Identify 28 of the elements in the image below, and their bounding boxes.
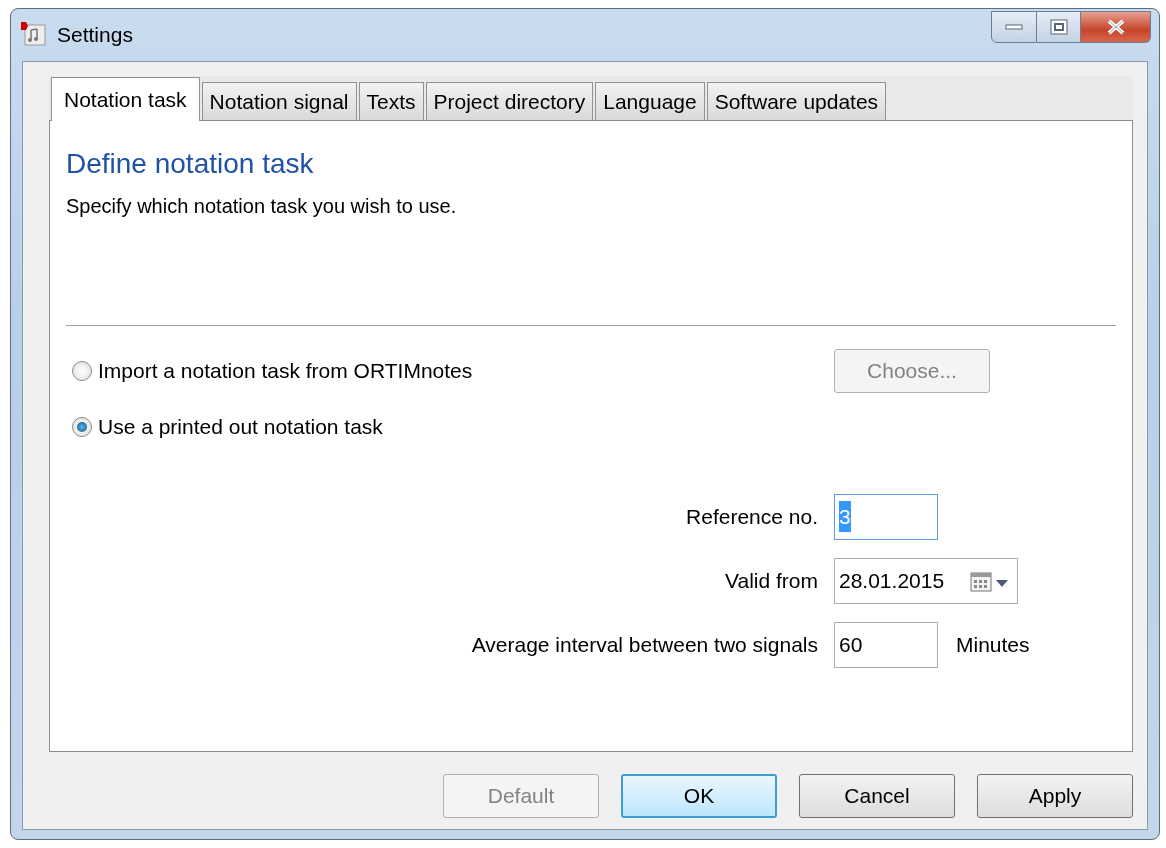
window-title: Settings <box>57 22 133 49</box>
field-label: Average interval between two signals <box>470 631 818 658</box>
close-button[interactable] <box>1081 11 1151 43</box>
tab[interactable]: Project directory <box>425 82 594 120</box>
tab[interactable]: Notation signal <box>201 82 357 120</box>
text-field[interactable]: 60 <box>834 621 938 668</box>
section-heading: Define notation task <box>66 147 315 181</box>
unit-label: Minutes <box>956 631 1030 658</box>
tab[interactable]: Language <box>595 82 705 120</box>
field-label: Reference no. <box>685 503 818 530</box>
maximize-icon <box>1049 19 1068 35</box>
description-text: Specify which notation task you wish to use. <box>66 193 458 219</box>
option-label[interactable]: Use a printed out notation task <box>98 410 383 443</box>
app-icon <box>21 22 47 48</box>
field-label: Valid from <box>724 567 818 594</box>
radio-button[interactable] <box>72 416 92 437</box>
minimize-button[interactable] <box>991 11 1037 43</box>
option-label[interactable]: Import a notation task from ORTIMnotes <box>98 354 473 387</box>
dialog-button[interactable]: OK <box>621 774 777 818</box>
minimize-icon <box>1005 24 1023 30</box>
maximize-button[interactable] <box>1037 11 1081 43</box>
tab[interactable]: Software updates <box>706 82 887 120</box>
dialog-button[interactable]: Cancel <box>799 774 955 818</box>
dialog-button[interactable]: Apply <box>977 774 1133 818</box>
tab[interactable]: Texts <box>358 82 424 120</box>
date-field[interactable]: 28.01.2015 <box>834 557 1018 604</box>
tab[interactable]: Notation task <box>51 77 200 121</box>
radio-button[interactable] <box>72 360 92 381</box>
